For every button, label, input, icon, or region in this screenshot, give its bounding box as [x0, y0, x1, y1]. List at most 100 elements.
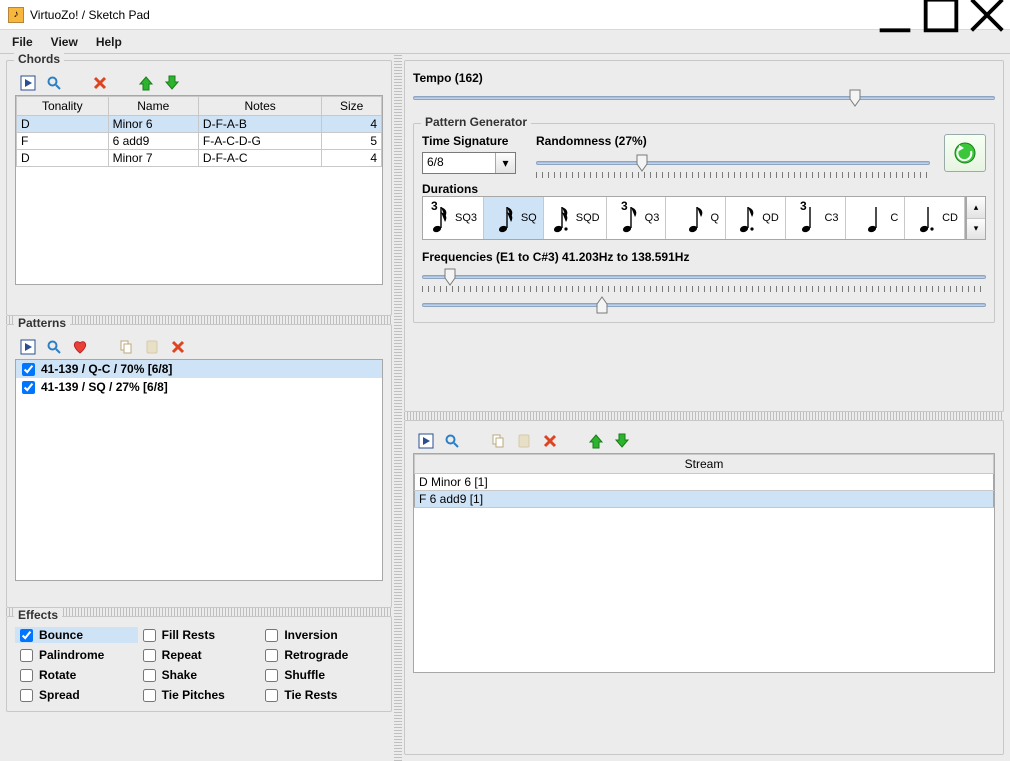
table-row[interactable]: DMinor 6D-F-A-B4	[17, 116, 382, 133]
copy-icon[interactable]	[117, 338, 135, 356]
effect-item[interactable]: Rotate	[15, 667, 138, 683]
table-row[interactable]: DMinor 7D-F-A-C4	[17, 150, 382, 167]
chords-table[interactable]: TonalityNameNotesSizeDMinor 6D-F-A-B4F6 …	[15, 95, 383, 285]
effect-item[interactable]: Shuffle	[260, 667, 383, 683]
menu-help[interactable]: Help	[88, 33, 130, 51]
maximize-button[interactable]	[918, 0, 964, 30]
durations-spinner[interactable]: ▴ ▾	[966, 196, 986, 240]
durations-list[interactable]: 3 SQ3 SQSQD3Q3QQD3C3C CD	[422, 196, 966, 240]
duration-item[interactable]: CD	[905, 197, 965, 239]
patterns-list[interactable]: 41-139 / Q-C / 70% [6/8]41-139 / SQ / 27…	[15, 359, 383, 581]
menu-view[interactable]: View	[43, 33, 86, 51]
menu-file[interactable]: File	[4, 33, 41, 51]
pattern-checkbox[interactable]	[22, 363, 35, 376]
chord-column-header[interactable]: Tonality	[17, 97, 109, 116]
search-icon[interactable]	[443, 432, 461, 450]
durations-label: Durations	[422, 182, 478, 196]
duration-label: SQ3	[455, 212, 477, 224]
move-up-icon[interactable]	[137, 74, 155, 92]
effect-item[interactable]: Palindrome	[15, 647, 138, 663]
patterns-effects-splitter[interactable]	[6, 608, 392, 616]
spin-down-icon[interactable]: ▾	[967, 219, 985, 240]
effect-item[interactable]: Retrograde	[260, 647, 383, 663]
time-signature-label: Time Signature	[422, 134, 508, 148]
play-icon[interactable]	[417, 432, 435, 450]
chords-legend: Chords	[14, 52, 64, 66]
minimize-button[interactable]	[872, 0, 918, 30]
time-signature-select[interactable]: 6/8 ▾	[422, 152, 516, 174]
main-v-splitter[interactable]	[394, 54, 402, 761]
effect-checkbox[interactable]	[143, 689, 156, 702]
effect-checkbox[interactable]	[20, 669, 33, 682]
svg-text:3: 3	[431, 201, 438, 213]
effect-label: Fill Rests	[162, 628, 215, 642]
dropdown-icon[interactable]: ▾	[495, 153, 515, 173]
freq-high-slider[interactable]	[422, 296, 986, 314]
spin-up-icon[interactable]: ▴	[967, 197, 985, 219]
stream-table[interactable]: StreamD Minor 6 [1]F 6 add9 [1]	[413, 453, 995, 673]
effect-item[interactable]: Repeat	[138, 647, 261, 663]
effect-checkbox[interactable]	[20, 629, 33, 642]
effect-checkbox[interactable]	[143, 649, 156, 662]
effect-item[interactable]: Bounce	[15, 627, 138, 643]
stream-header[interactable]: Stream	[415, 455, 994, 474]
paste-icon[interactable]	[143, 338, 161, 356]
paste-icon[interactable]	[515, 432, 533, 450]
duration-item[interactable]: SQ	[484, 197, 544, 239]
move-down-icon[interactable]	[163, 74, 181, 92]
stream-group: StreamD Minor 6 [1]F 6 add9 [1]	[404, 420, 1004, 755]
favorite-icon[interactable]	[71, 338, 89, 356]
effect-item[interactable]: Spread	[15, 687, 138, 703]
tempo-slider[interactable]	[413, 89, 995, 107]
move-up-icon[interactable]	[587, 432, 605, 450]
duration-item[interactable]: QD	[726, 197, 786, 239]
duration-item[interactable]: SQD	[544, 197, 607, 239]
time-signature-value: 6/8	[423, 153, 495, 173]
move-down-icon[interactable]	[613, 432, 631, 450]
table-row[interactable]: F6 add9F-A-C-D-G5	[17, 133, 382, 150]
search-icon[interactable]	[45, 338, 63, 356]
delete-icon[interactable]	[169, 338, 187, 356]
effect-item[interactable]: Fill Rests	[138, 627, 261, 643]
effect-checkbox[interactable]	[143, 669, 156, 682]
chord-column-header[interactable]: Notes	[198, 97, 321, 116]
copy-icon[interactable]	[489, 432, 507, 450]
delete-icon[interactable]	[91, 74, 109, 92]
list-item[interactable]: 41-139 / SQ / 27% [6/8]	[16, 378, 382, 396]
freq-low-slider[interactable]	[422, 268, 986, 286]
effect-item[interactable]: Tie Pitches	[138, 687, 261, 703]
effect-checkbox[interactable]	[143, 629, 156, 642]
effect-label: Rotate	[39, 668, 76, 682]
randomness-slider[interactable]	[536, 154, 930, 172]
duration-item[interactable]: 3 SQ3	[423, 197, 484, 239]
effect-checkbox[interactable]	[20, 649, 33, 662]
duration-item[interactable]: 3C3	[786, 197, 846, 239]
close-button[interactable]	[964, 0, 1010, 30]
generate-button[interactable]	[944, 134, 986, 172]
effect-checkbox[interactable]	[20, 689, 33, 702]
play-icon[interactable]	[19, 338, 37, 356]
play-icon[interactable]	[19, 74, 37, 92]
effect-item[interactable]: Shake	[138, 667, 261, 683]
table-row[interactable]: F 6 add9 [1]	[415, 491, 994, 508]
effect-item[interactable]: Tie Rests	[260, 687, 383, 703]
duration-item[interactable]: Q	[666, 197, 726, 239]
effect-checkbox[interactable]	[265, 649, 278, 662]
duration-label: CD	[942, 212, 958, 224]
list-item[interactable]: 41-139 / Q-C / 70% [6/8]	[16, 360, 382, 378]
pattern-checkbox[interactable]	[22, 381, 35, 394]
duration-item[interactable]: C	[846, 197, 906, 239]
stream-toolbar	[413, 429, 995, 453]
effect-checkbox[interactable]	[265, 689, 278, 702]
search-icon[interactable]	[45, 74, 63, 92]
effect-checkbox[interactable]	[265, 629, 278, 642]
chord-column-header[interactable]: Size	[322, 97, 382, 116]
delete-icon[interactable]	[541, 432, 559, 450]
table-row[interactable]: D Minor 6 [1]	[415, 474, 994, 491]
chord-column-header[interactable]: Name	[108, 97, 198, 116]
duration-item[interactable]: 3Q3	[607, 197, 667, 239]
gen-stream-splitter[interactable]	[404, 412, 1004, 420]
effect-item[interactable]: Inversion	[260, 627, 383, 643]
effect-checkbox[interactable]	[265, 669, 278, 682]
randomness-label: Randomness (27%)	[536, 134, 647, 148]
